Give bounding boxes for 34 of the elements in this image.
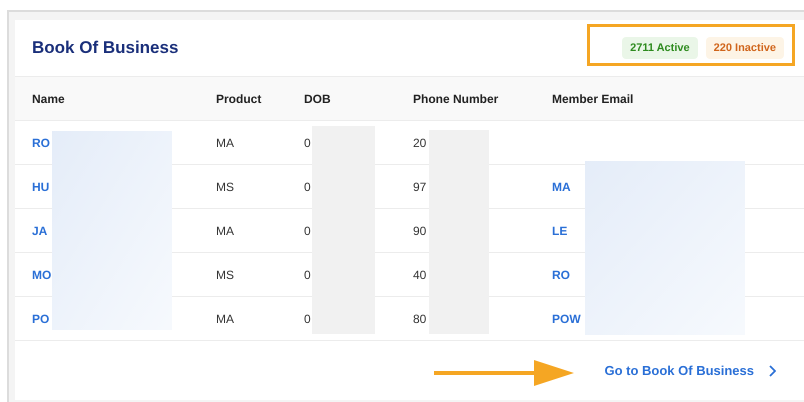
- column-header: DOB: [304, 92, 331, 106]
- member-email-link[interactable]: RO: [552, 268, 570, 282]
- go-to-link[interactable]: Go to Book Of Business: [604, 360, 754, 380]
- table-cell: 90: [413, 224, 426, 238]
- column-header: Phone Number: [413, 92, 498, 106]
- member-email-link[interactable]: MA: [552, 180, 571, 194]
- table-cell: MA: [216, 224, 234, 238]
- table-cell: MA: [216, 312, 234, 326]
- card-title: Book Of Business: [32, 37, 178, 60]
- table-cell: 0: [304, 224, 311, 238]
- status-badge: 220 Inactive: [706, 36, 784, 60]
- table-cell: MS: [216, 268, 234, 282]
- table-cell: 0: [304, 312, 311, 326]
- member-name-link[interactable]: JA: [32, 224, 48, 238]
- chevron-right-icon: [768, 364, 776, 376]
- member-email-link[interactable]: LE: [552, 224, 568, 238]
- table-cell: 40: [413, 268, 426, 282]
- table-cell: MA: [216, 136, 234, 150]
- table-cell: 0: [304, 268, 311, 282]
- table-cell: 97: [413, 180, 426, 194]
- table-cell: 20: [413, 136, 426, 150]
- column-header: Product: [216, 92, 262, 106]
- status-badge: 2711 Active: [622, 36, 698, 60]
- member-name-link[interactable]: RO: [32, 136, 50, 150]
- table-cell: 0: [304, 180, 311, 194]
- table-cell: 80: [413, 312, 426, 326]
- member-name-link[interactable]: MO: [32, 268, 52, 282]
- member-name-link[interactable]: PO: [32, 312, 50, 326]
- column-header: Name: [32, 92, 65, 106]
- column-header: Member Email: [552, 92, 634, 106]
- table-cell: 0: [304, 136, 311, 150]
- member-email-link[interactable]: POW: [552, 312, 581, 326]
- member-name-link[interactable]: HU: [32, 180, 50, 194]
- table-cell: MS: [216, 180, 234, 194]
